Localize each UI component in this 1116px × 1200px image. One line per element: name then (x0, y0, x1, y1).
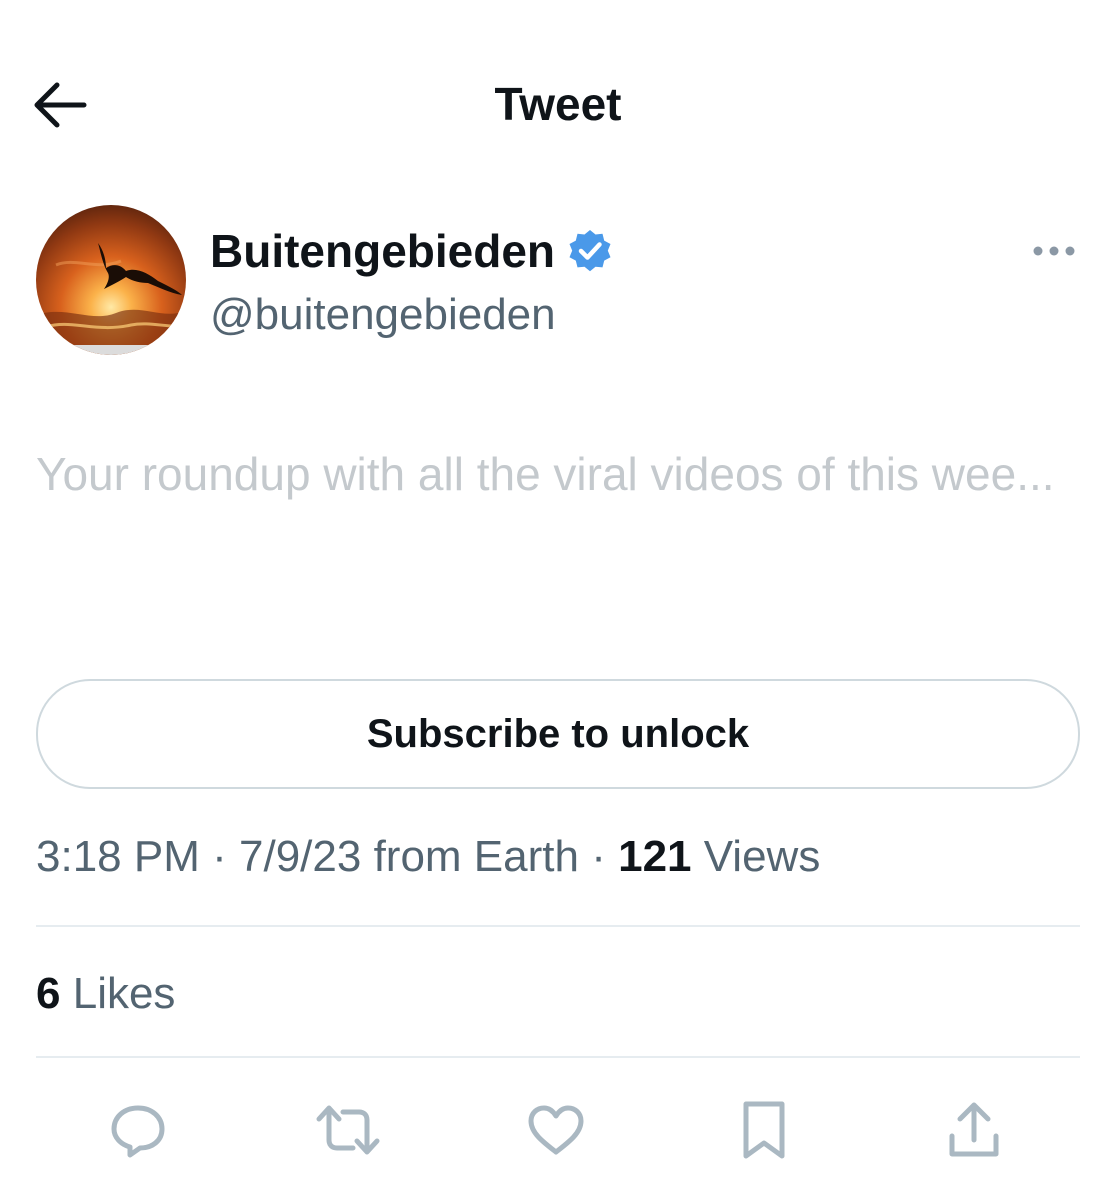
meta-separator: · (212, 832, 227, 881)
divider (36, 1056, 1080, 1058)
more-horizontal-icon (1033, 246, 1075, 256)
heart-icon (528, 1105, 584, 1155)
tweet-date[interactable]: 7/9/23 (239, 832, 361, 881)
tweet-source: from Earth (373, 832, 579, 881)
subscribe-to-unlock-button[interactable]: Subscribe to unlock (36, 679, 1080, 789)
more-options-button[interactable] (1030, 237, 1078, 265)
avatar[interactable] (36, 205, 186, 355)
tweet-text-preview: Your roundup with all the viral videos o… (36, 448, 1055, 500)
retweet-icon (316, 1105, 380, 1155)
sunset-bird-avatar-image (36, 205, 186, 355)
likes-count: 6 (36, 969, 61, 1018)
tweet-author: Buitengebieden @buitengebieden (36, 205, 1080, 355)
name-row: Buitengebieden (210, 223, 613, 279)
display-name[interactable]: Buitengebieden (210, 223, 555, 279)
page-title: Tweet (494, 78, 622, 130)
divider (36, 925, 1080, 927)
retweet-button[interactable] (308, 1090, 388, 1170)
like-button[interactable] (516, 1090, 596, 1170)
bookmark-button[interactable] (724, 1090, 804, 1170)
views-label: Views (703, 832, 821, 881)
reply-button[interactable] (98, 1090, 178, 1170)
likes-label: Likes (72, 969, 176, 1018)
bookmark-icon (743, 1101, 785, 1159)
likes-stat[interactable]: 6 Likes (36, 965, 175, 1023)
top-bar: Tweet (0, 0, 1116, 200)
user-handle[interactable]: @buitengebieden (210, 287, 556, 343)
share-icon (949, 1102, 999, 1157)
share-button[interactable] (934, 1090, 1014, 1170)
meta-separator: · (591, 832, 606, 881)
views-count: 121 (618, 832, 692, 881)
tweet-metadata: 3:18 PM · 7/9/23 from Earth · 121 Views (36, 828, 820, 886)
tweet-action-bar (0, 1090, 1116, 1170)
verified-badge-icon (569, 230, 611, 272)
reply-icon (111, 1105, 165, 1158)
tweet-time[interactable]: 3:18 PM (36, 832, 200, 881)
